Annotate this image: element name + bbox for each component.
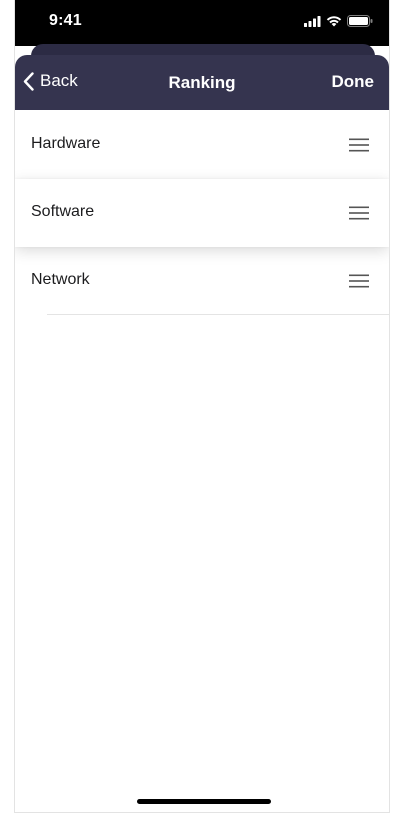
phone-screen: 9:41 Back Ranking Done Hardware Software… [14, 0, 390, 813]
drag-handle-icon[interactable] [349, 206, 369, 220]
list-item-hardware[interactable]: Hardware [15, 111, 389, 179]
wifi-icon [326, 16, 342, 27]
home-indicator[interactable] [137, 799, 271, 804]
status-bar: 9:41 [15, 0, 389, 46]
navigation-bar: Back Ranking Done [15, 55, 389, 110]
list-item-label: Hardware [31, 135, 101, 152]
battery-icon [347, 15, 373, 27]
status-icons [304, 15, 373, 27]
list-item-software[interactable]: Software [15, 179, 389, 247]
list-item-label: Software [31, 203, 95, 220]
ranking-list: Hardware Software Network [15, 111, 389, 315]
drag-handle-icon[interactable] [349, 138, 369, 152]
drag-handle-icon[interactable] [349, 274, 369, 288]
row-divider [47, 314, 389, 315]
list-item-label: Network [31, 271, 90, 288]
status-time: 9:41 [49, 12, 82, 29]
cellular-signal-icon [304, 15, 321, 27]
list-item-network[interactable]: Network [15, 247, 389, 315]
done-button[interactable]: Done [332, 72, 375, 92]
